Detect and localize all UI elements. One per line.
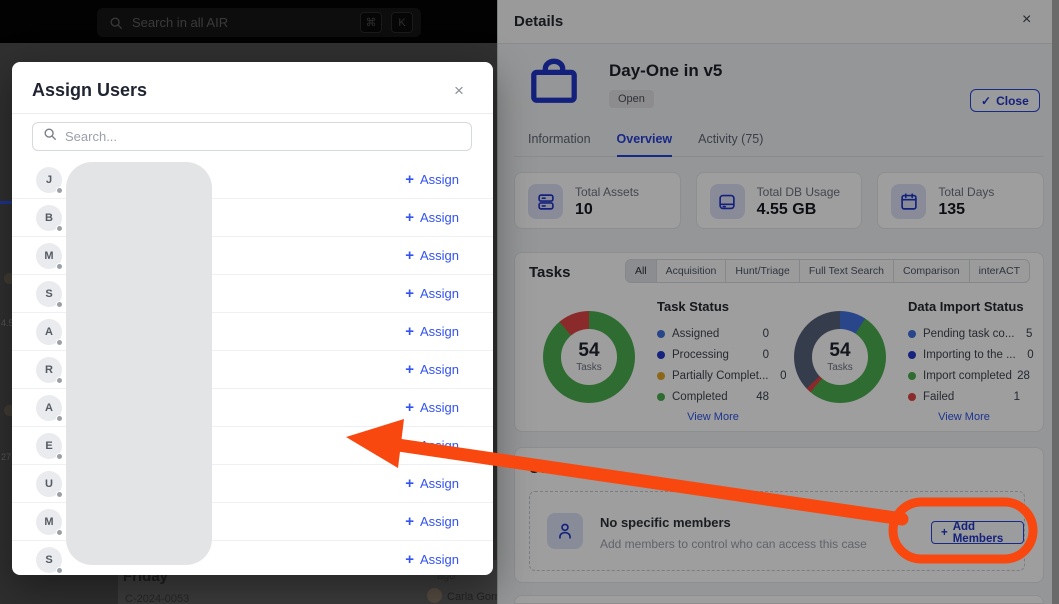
status-dot bbox=[56, 263, 63, 270]
status-dot bbox=[56, 529, 63, 536]
modal-divider bbox=[12, 113, 493, 114]
redacted-names-blob bbox=[66, 162, 212, 565]
user-initial: U bbox=[45, 478, 53, 490]
user-initial: S bbox=[45, 554, 52, 566]
user-initial: M bbox=[44, 516, 53, 528]
status-dot bbox=[56, 453, 63, 460]
screenshot-stage: Search in all AIR ⌘ K 4.5 27 Friday C-20… bbox=[0, 0, 1059, 604]
assign-button[interactable]: + Assign bbox=[405, 324, 459, 339]
assign-button[interactable]: + Assign bbox=[405, 438, 459, 453]
user-initial: M bbox=[44, 250, 53, 262]
user-initial: R bbox=[45, 364, 53, 376]
assign-button[interactable]: + Assign bbox=[405, 210, 459, 225]
assign-button[interactable]: + Assign bbox=[405, 248, 459, 263]
status-dot bbox=[56, 339, 63, 346]
assign-button[interactable]: + Assign bbox=[405, 172, 459, 187]
modal-title: Assign Users bbox=[32, 80, 147, 101]
plus-icon: + bbox=[405, 438, 414, 453]
modal-close-icon[interactable]: × bbox=[454, 82, 464, 99]
assign-button[interactable]: + Assign bbox=[405, 476, 459, 491]
assign-button[interactable]: + Assign bbox=[405, 400, 459, 415]
status-dot bbox=[56, 301, 63, 308]
user-initial: B bbox=[45, 212, 53, 224]
status-dot bbox=[56, 225, 63, 232]
status-dot bbox=[56, 377, 63, 384]
status-dot bbox=[56, 415, 63, 422]
plus-icon: + bbox=[405, 172, 414, 187]
status-dot bbox=[56, 567, 63, 574]
plus-icon: + bbox=[405, 362, 414, 377]
user-initial: A bbox=[45, 402, 53, 414]
plus-icon: + bbox=[405, 286, 414, 301]
assign-button[interactable]: + Assign bbox=[405, 286, 459, 301]
plus-icon: + bbox=[405, 324, 414, 339]
status-dot bbox=[56, 187, 63, 194]
user-initial: S bbox=[45, 288, 52, 300]
assign-button[interactable]: + Assign bbox=[405, 552, 459, 567]
user-initial: E bbox=[45, 440, 52, 452]
plus-icon: + bbox=[405, 248, 414, 263]
status-dot bbox=[56, 491, 63, 498]
assign-users-modal: Assign Users × J + Assign B + Assign bbox=[12, 62, 493, 575]
user-initial: J bbox=[46, 174, 52, 186]
user-initial: A bbox=[45, 326, 53, 338]
search-icon bbox=[43, 127, 57, 146]
assign-button[interactable]: + Assign bbox=[405, 514, 459, 529]
plus-icon: + bbox=[405, 210, 414, 225]
modal-search-box bbox=[32, 122, 472, 151]
assign-button[interactable]: + Assign bbox=[405, 362, 459, 377]
plus-icon: + bbox=[405, 552, 414, 567]
plus-icon: + bbox=[405, 400, 414, 415]
plus-icon: + bbox=[405, 476, 414, 491]
plus-icon: + bbox=[405, 514, 414, 529]
modal-search-input[interactable] bbox=[65, 129, 461, 144]
